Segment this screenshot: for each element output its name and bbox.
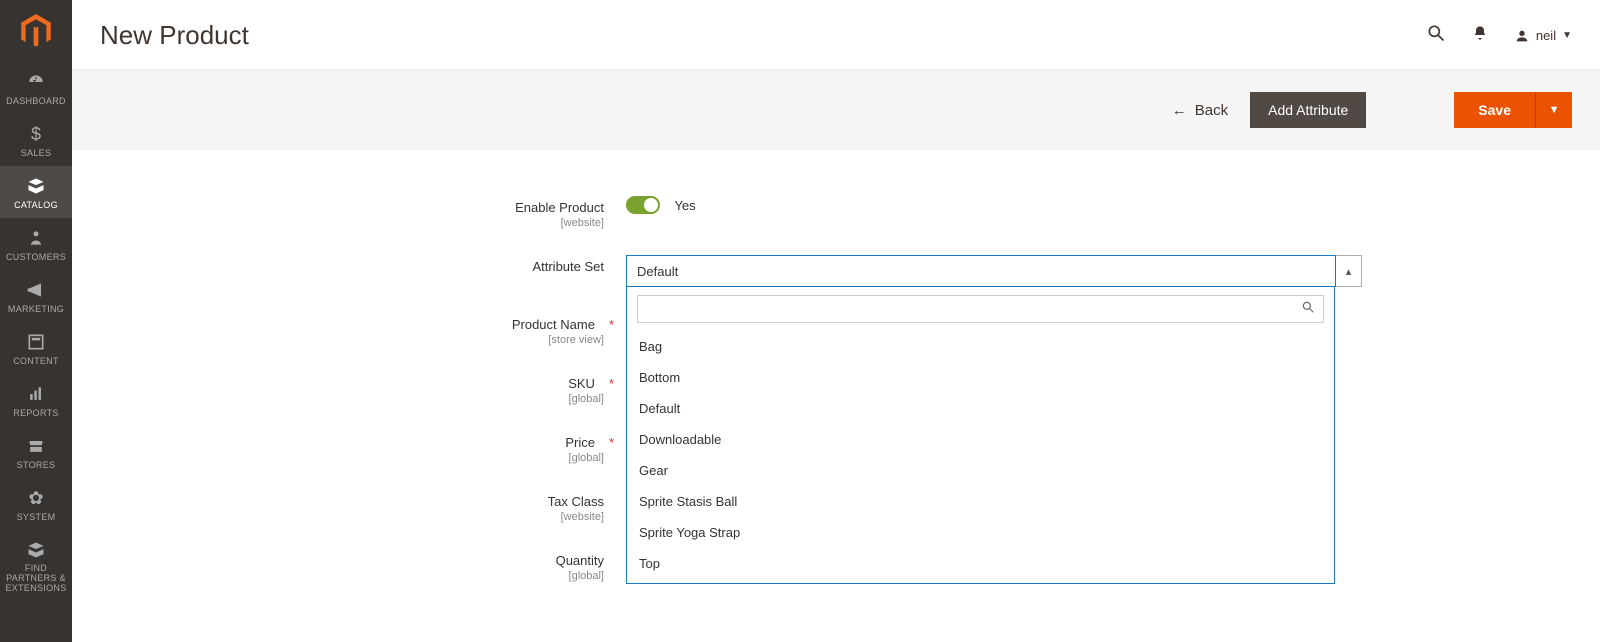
- nav-system[interactable]: ✿ SYSTEM: [0, 478, 72, 530]
- attribute-set-select[interactable]: Default: [626, 255, 1336, 287]
- chevron-down-icon: ▼: [1549, 104, 1560, 116]
- page-title: New Product: [100, 20, 249, 51]
- attribute-set-caret[interactable]: ▴: [1336, 255, 1362, 287]
- attribute-set-option[interactable]: Sprite Yoga Strap: [627, 517, 1334, 548]
- add-attribute-button[interactable]: Add Attribute: [1250, 92, 1366, 128]
- required-marker: *: [609, 376, 614, 391]
- back-label: Back: [1195, 102, 1228, 119]
- enable-product-toggle[interactable]: [626, 196, 660, 214]
- action-bar: ← Back Add Attribute Save ▼: [72, 69, 1600, 150]
- save-button-group: Save ▼: [1382, 92, 1572, 128]
- save-button[interactable]: Save: [1454, 92, 1535, 128]
- nav-dashboard[interactable]: DASHBOARD: [0, 62, 72, 114]
- enable-product-scope: [website]: [266, 217, 604, 229]
- attribute-set-label: Attribute Set: [532, 259, 604, 274]
- chevron-up-icon: ▴: [1346, 265, 1352, 278]
- required-marker: *: [609, 435, 614, 450]
- nav-stores[interactable]: STORES: [0, 426, 72, 478]
- sku-label: SKU: [568, 376, 595, 391]
- attribute-set-option[interactable]: Downloadable: [627, 424, 1334, 455]
- attribute-set-option[interactable]: Sprite Stasis Ball: [627, 486, 1334, 517]
- admin-sidebar: DASHBOARD $ SALES CATALOG CUSTOMERS MARK…: [0, 0, 72, 642]
- attribute-set-option[interactable]: Default: [627, 393, 1334, 424]
- nav-sales[interactable]: $ SALES: [0, 114, 72, 166]
- attribute-set-option[interactable]: Top: [627, 548, 1334, 579]
- nav-partners[interactable]: FIND PARTNERS & EXTENSIONS: [0, 530, 72, 602]
- attribute-set-option[interactable]: Gear: [627, 455, 1334, 486]
- price-label: Price: [565, 435, 595, 450]
- attribute-set-search-input[interactable]: [646, 302, 1301, 317]
- nav-content[interactable]: CONTENT: [0, 322, 72, 374]
- search-icon: [1301, 300, 1315, 319]
- quantity-label: Quantity: [556, 553, 604, 568]
- price-scope: [global]: [266, 452, 604, 464]
- product-form: Enable Product [website] Yes Attribute S…: [246, 196, 1426, 629]
- product-name-label: Product Name: [512, 317, 595, 332]
- magento-logo[interactable]: [0, 0, 72, 62]
- gear-icon: ✿: [26, 488, 46, 508]
- product-name-scope: [store view]: [266, 334, 604, 346]
- save-dropdown-toggle[interactable]: ▼: [1535, 92, 1572, 128]
- attribute-set-value: Default: [637, 264, 1325, 279]
- nav-marketing[interactable]: MARKETING: [0, 270, 72, 322]
- search-icon[interactable]: [1426, 23, 1446, 48]
- enable-product-value: Yes: [674, 198, 695, 213]
- tax-class-label: Tax Class: [548, 494, 604, 509]
- sku-scope: [global]: [266, 393, 604, 405]
- quantity-scope: [global]: [266, 570, 604, 582]
- dollar-icon: $: [26, 124, 46, 144]
- nav-reports[interactable]: REPORTS: [0, 374, 72, 426]
- attribute-set-option[interactable]: Bottom: [627, 362, 1334, 393]
- arrow-left-icon: ←: [1172, 102, 1187, 119]
- attribute-set-dropdown: Bag Bottom Default Downloadable Gear Spr…: [626, 287, 1335, 584]
- page-header: New Product neil ▼: [72, 0, 1600, 69]
- back-button[interactable]: ← Back: [1166, 94, 1234, 127]
- user-icon: [1514, 28, 1530, 44]
- notifications-icon[interactable]: [1472, 25, 1488, 46]
- account-username: neil: [1536, 28, 1556, 43]
- chevron-down-icon: ▼: [1562, 30, 1572, 41]
- enable-product-label: Enable Product: [515, 200, 604, 215]
- account-menu[interactable]: neil ▼: [1514, 28, 1572, 44]
- tax-class-scope: [website]: [266, 511, 604, 523]
- nav-customers[interactable]: CUSTOMERS: [0, 218, 72, 270]
- nav-catalog[interactable]: CATALOG: [0, 166, 72, 218]
- required-marker: *: [609, 317, 614, 332]
- attribute-set-search[interactable]: [637, 295, 1324, 323]
- attribute-set-option[interactable]: Bag: [627, 331, 1334, 362]
